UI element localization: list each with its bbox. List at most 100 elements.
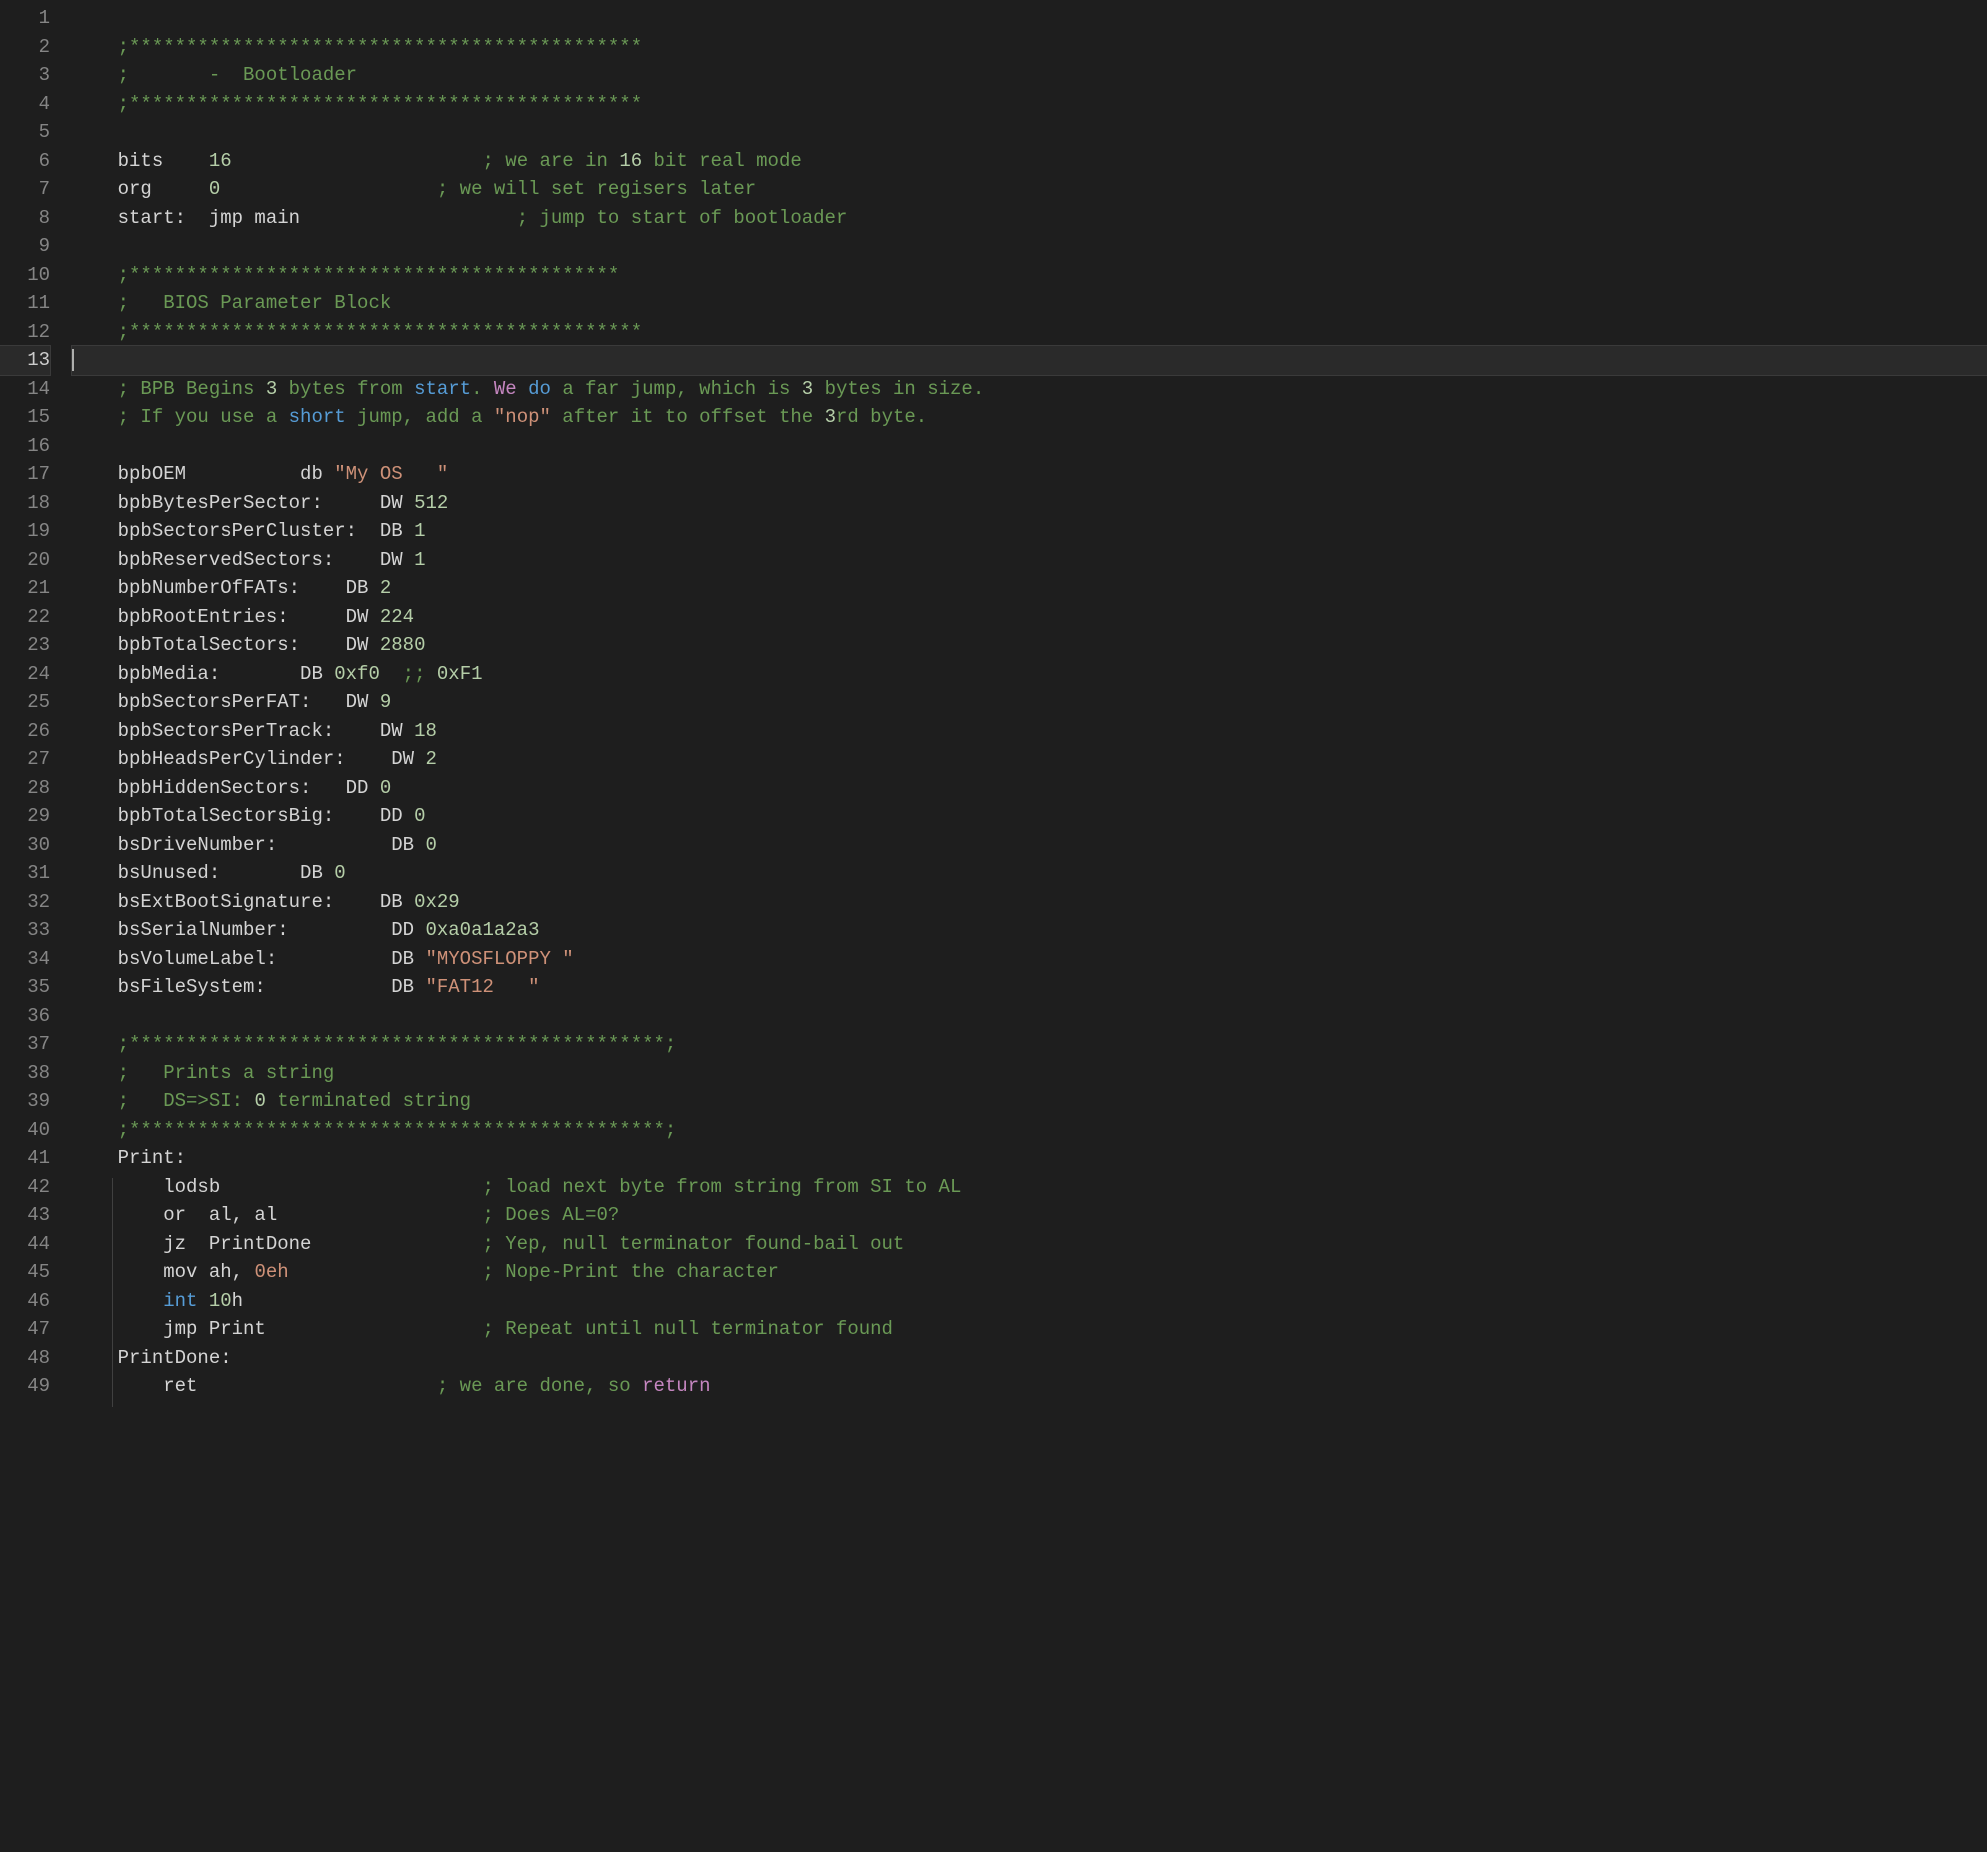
code-line[interactable] (72, 346, 1987, 375)
line-number[interactable]: 27 (0, 745, 50, 774)
code-line[interactable]: ; BPB Begins 3 bytes from start. We do a… (72, 375, 1987, 404)
code-line[interactable]: Print: (72, 1144, 1987, 1173)
code-line[interactable]: bsVolumeLabel: DB "MYOSFLOPPY " (72, 945, 1987, 974)
code-line[interactable]: bpbTotalSectors: DW 2880 (72, 631, 1987, 660)
code-area[interactable]: ;***************************************… (68, 0, 1987, 1852)
code-line[interactable]: bpbReservedSectors: DW 1 (72, 546, 1987, 575)
code-line[interactable]: jmp Print ; Repeat until null terminator… (72, 1315, 1987, 1344)
line-number[interactable]: 45 (0, 1258, 50, 1287)
code-line[interactable]: org 0 ; we will set regisers later (72, 175, 1987, 204)
line-number[interactable]: 22 (0, 603, 50, 632)
line-number[interactable]: 11 (0, 289, 50, 318)
code-line[interactable] (72, 232, 1987, 261)
code-line[interactable]: bpbTotalSectorsBig: DD 0 (72, 802, 1987, 831)
line-number[interactable]: 32 (0, 888, 50, 917)
code-line[interactable]: ;***************************************… (72, 1030, 1987, 1059)
code-line[interactable]: bpbNumberOfFATs: DB 2 (72, 574, 1987, 603)
code-line[interactable]: bsDriveNumber: DB 0 (72, 831, 1987, 860)
line-number[interactable]: 8 (0, 204, 50, 233)
line-number[interactable]: 28 (0, 774, 50, 803)
code-line[interactable]: bpbSectorsPerFAT: DW 9 (72, 688, 1987, 717)
code-line[interactable]: bsFileSystem: DB "FAT12 " (72, 973, 1987, 1002)
code-line[interactable]: jz PrintDone ; Yep, null terminator foun… (72, 1230, 1987, 1259)
code-line[interactable]: ;***************************************… (72, 90, 1987, 119)
code-line[interactable]: ret ; we are done, so return (72, 1372, 1987, 1401)
line-number[interactable]: 14 (0, 375, 50, 404)
line-number[interactable]: 34 (0, 945, 50, 974)
line-number[interactable]: 9 (0, 232, 50, 261)
line-number[interactable]: 26 (0, 717, 50, 746)
code-line[interactable]: PrintDone: (72, 1344, 1987, 1373)
code-line[interactable]: bpbSectorsPerTrack: DW 18 (72, 717, 1987, 746)
line-number[interactable]: 40 (0, 1116, 50, 1145)
line-number[interactable]: 42 (0, 1173, 50, 1202)
line-number[interactable]: 13 (0, 346, 50, 375)
line-number[interactable]: 23 (0, 631, 50, 660)
line-number[interactable]: 36 (0, 1002, 50, 1031)
line-number[interactable]: 16 (0, 432, 50, 461)
line-number[interactable]: 37 (0, 1030, 50, 1059)
line-number[interactable]: 18 (0, 489, 50, 518)
code-line[interactable]: ;***************************************… (72, 1116, 1987, 1145)
line-number[interactable]: 1 (0, 4, 50, 33)
line-number[interactable]: 35 (0, 973, 50, 1002)
line-number[interactable]: 4 (0, 90, 50, 119)
code-line[interactable] (72, 4, 1987, 33)
line-number[interactable]: 39 (0, 1087, 50, 1116)
code-line[interactable]: start: jmp main ; jump to start of bootl… (72, 204, 1987, 233)
code-line[interactable]: bpbMedia: DB 0xf0 ;; 0xF1 (72, 660, 1987, 689)
code-line[interactable]: bpbHeadsPerCylinder: DW 2 (72, 745, 1987, 774)
code-line[interactable]: bpbHiddenSectors: DD 0 (72, 774, 1987, 803)
line-number[interactable]: 46 (0, 1287, 50, 1316)
code-line[interactable]: lodsb ; load next byte from string from … (72, 1173, 1987, 1202)
line-number[interactable]: 12 (0, 318, 50, 347)
line-number[interactable]: 29 (0, 802, 50, 831)
code-line[interactable]: ; If you use a short jump, add a "nop" a… (72, 403, 1987, 432)
line-number[interactable]: 10 (0, 261, 50, 290)
editor[interactable]: 1234567891011121314151617181920212223242… (0, 0, 1987, 1852)
code-line[interactable]: bpbBytesPerSector: DW 512 (72, 489, 1987, 518)
code-line[interactable]: bits 16 ; we are in 16 bit real mode (72, 147, 1987, 176)
line-number[interactable]: 49 (0, 1372, 50, 1401)
line-number[interactable]: 3 (0, 61, 50, 90)
code-line[interactable]: ;***************************************… (72, 318, 1987, 347)
code-line[interactable]: int 10h (72, 1287, 1987, 1316)
line-number[interactable]: 33 (0, 916, 50, 945)
code-line[interactable]: ;***************************************… (72, 33, 1987, 62)
code-line[interactable]: bsExtBootSignature: DB 0x29 (72, 888, 1987, 917)
line-number[interactable]: 24 (0, 660, 50, 689)
line-number[interactable]: 25 (0, 688, 50, 717)
line-number[interactable]: 2 (0, 33, 50, 62)
line-number[interactable]: 48 (0, 1344, 50, 1373)
code-line[interactable]: ; DS=>SI: 0 terminated string (72, 1087, 1987, 1116)
line-number[interactable]: 30 (0, 831, 50, 860)
line-number[interactable]: 47 (0, 1315, 50, 1344)
line-number[interactable]: 5 (0, 118, 50, 147)
line-number[interactable]: 17 (0, 460, 50, 489)
code-line[interactable]: mov ah, 0eh ; Nope-Print the character (72, 1258, 1987, 1287)
line-number[interactable]: 38 (0, 1059, 50, 1088)
code-line[interactable]: ; - Bootloader (72, 61, 1987, 90)
line-number[interactable]: 21 (0, 574, 50, 603)
line-number[interactable]: 41 (0, 1144, 50, 1173)
code-line[interactable]: or al, al ; Does AL=0? (72, 1201, 1987, 1230)
line-number-gutter[interactable]: 1234567891011121314151617181920212223242… (0, 0, 68, 1852)
code-line[interactable] (72, 118, 1987, 147)
code-line[interactable]: bpbSectorsPerCluster: DB 1 (72, 517, 1987, 546)
code-line[interactable] (72, 1002, 1987, 1031)
code-line[interactable]: bpbOEM db "My OS " (72, 460, 1987, 489)
line-number[interactable]: 20 (0, 546, 50, 575)
code-line[interactable]: ;***************************************… (72, 261, 1987, 290)
line-number[interactable]: 19 (0, 517, 50, 546)
line-number[interactable]: 43 (0, 1201, 50, 1230)
code-line[interactable] (72, 432, 1987, 461)
code-line[interactable]: bpbRootEntries: DW 224 (72, 603, 1987, 632)
line-number[interactable]: 15 (0, 403, 50, 432)
code-line[interactable]: bsSerialNumber: DD 0xa0a1a2a3 (72, 916, 1987, 945)
code-line[interactable]: ; Prints a string (72, 1059, 1987, 1088)
code-line[interactable]: bsUnused: DB 0 (72, 859, 1987, 888)
line-number[interactable]: 6 (0, 147, 50, 176)
line-number[interactable]: 44 (0, 1230, 50, 1259)
code-line[interactable]: ; BIOS Parameter Block (72, 289, 1987, 318)
line-number[interactable]: 7 (0, 175, 50, 204)
